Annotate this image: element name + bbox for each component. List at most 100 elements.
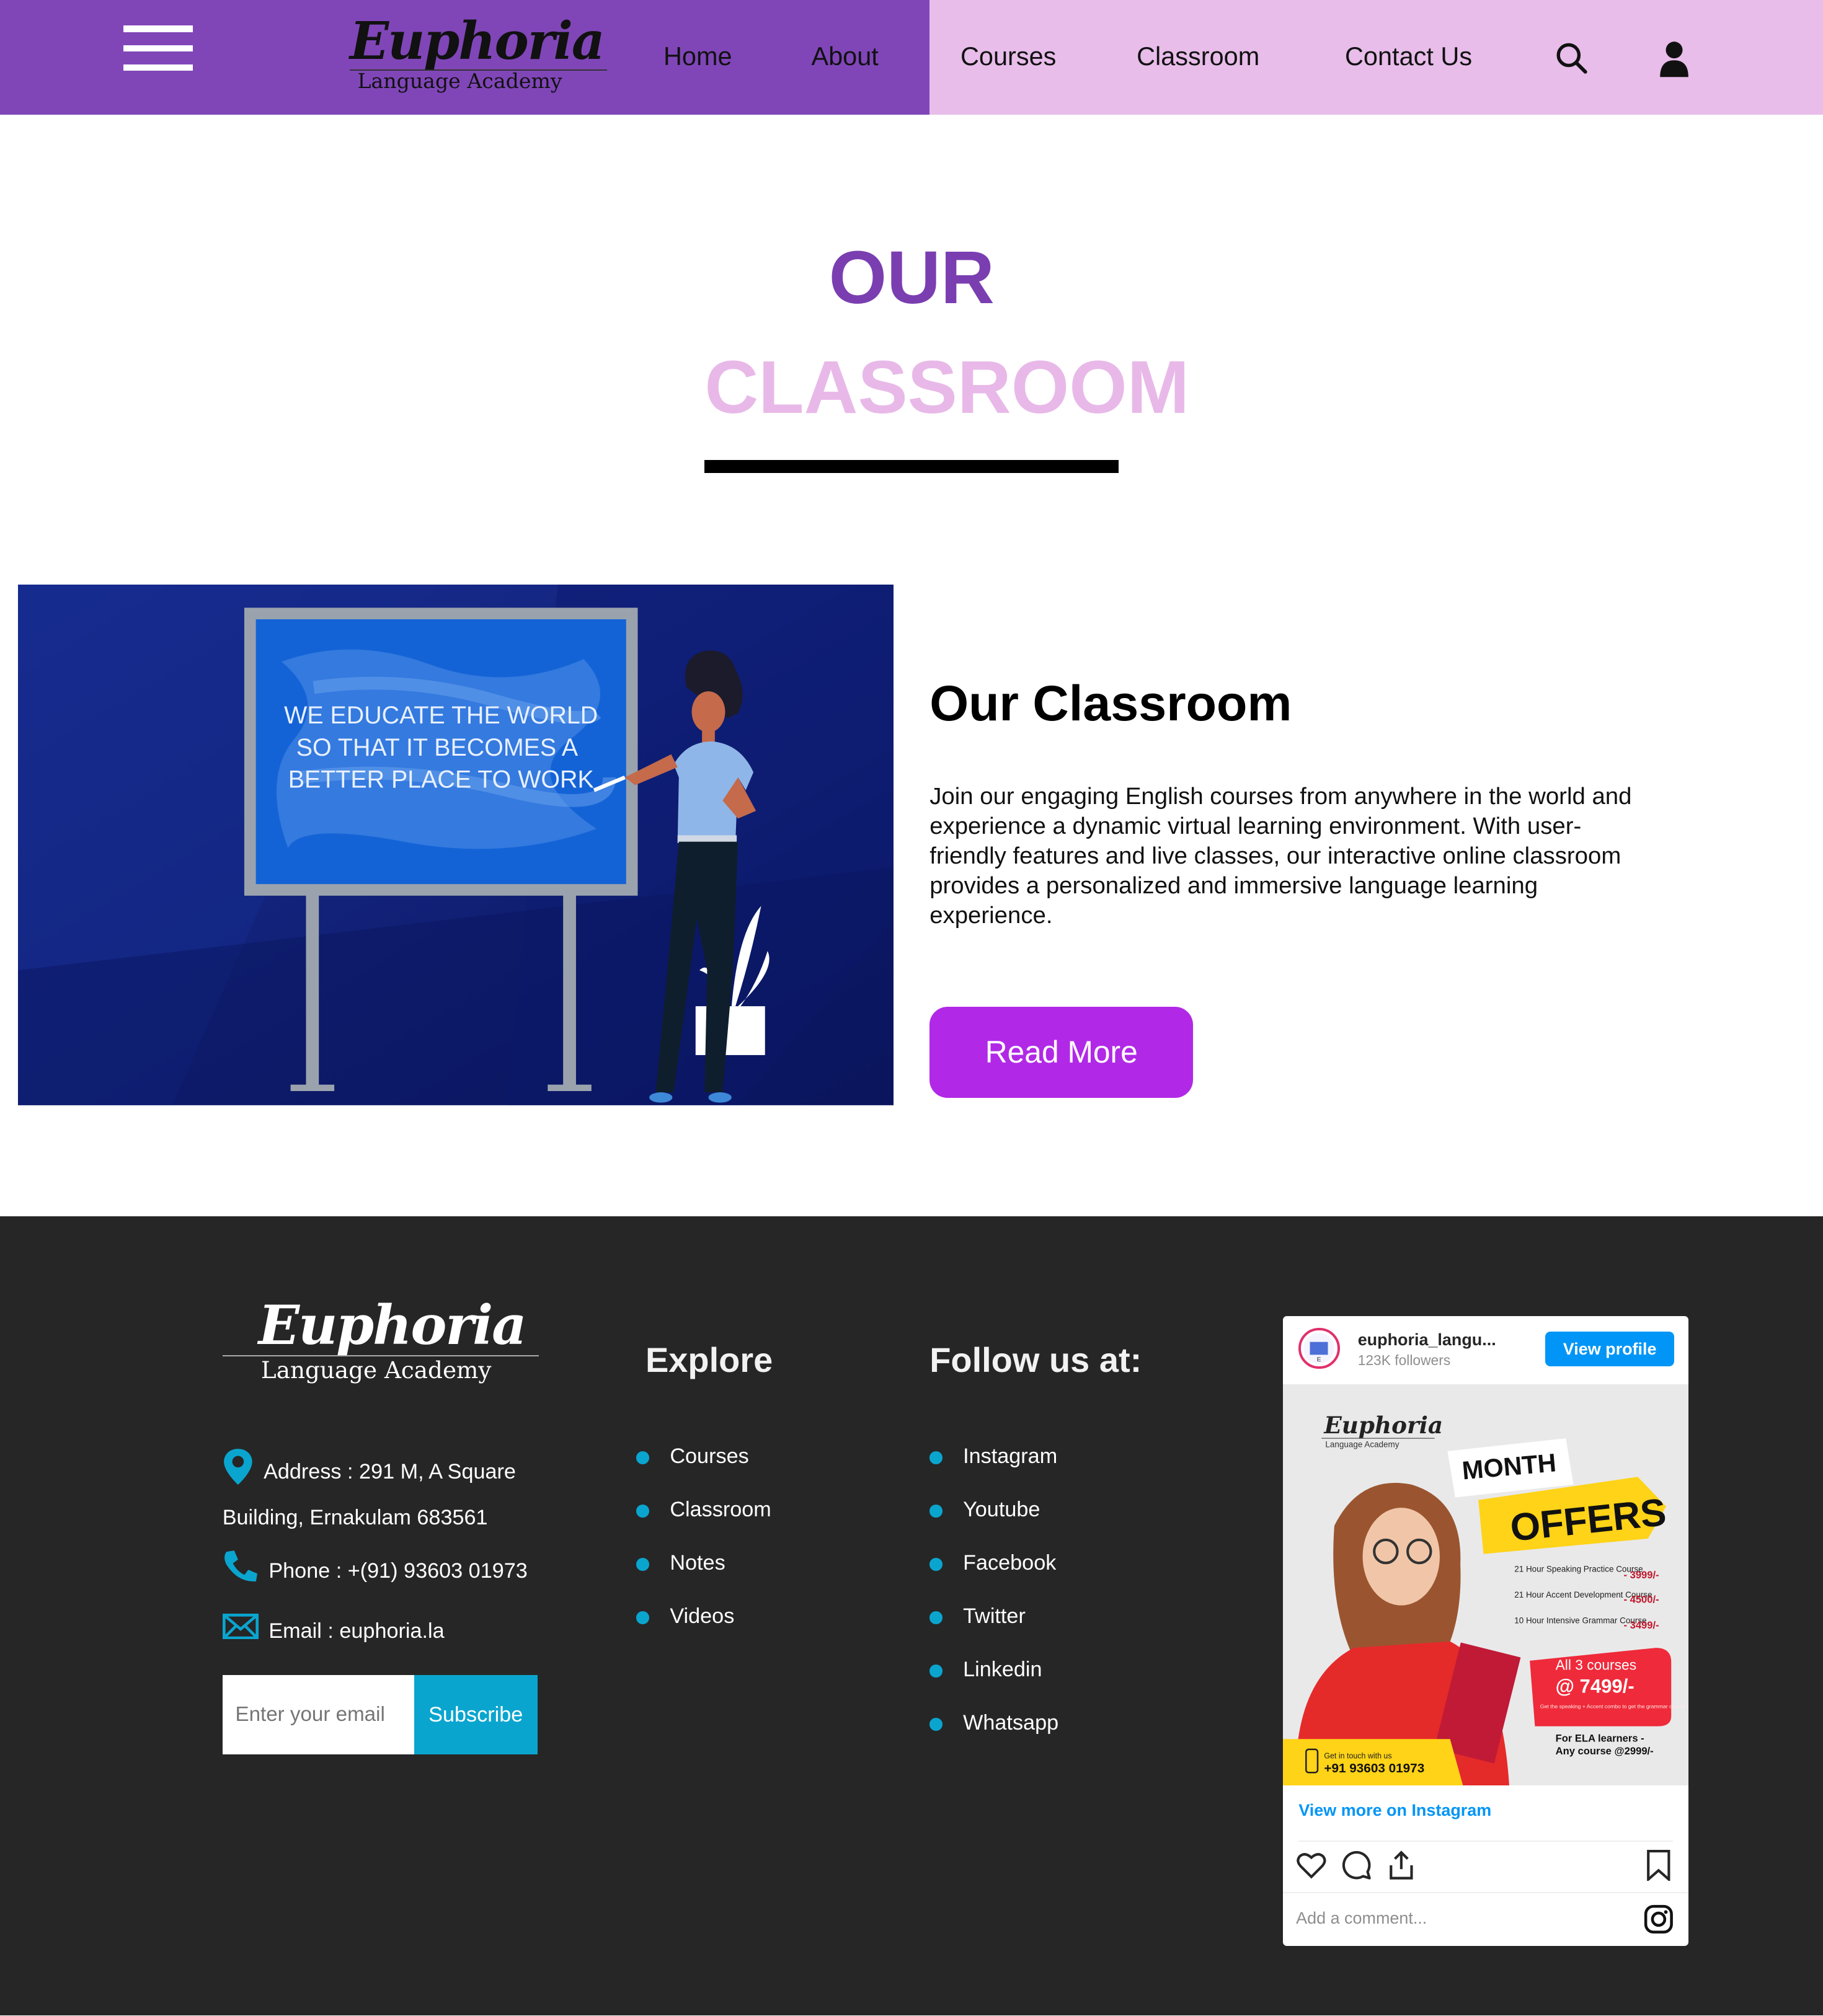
post-course-1-price: - 3999/- — [1624, 1569, 1659, 1581]
view-profile-button[interactable]: View profile — [1545, 1332, 1674, 1367]
footer-brand-name: Euphoria — [258, 1293, 527, 1358]
post-brand: Euphoria — [1324, 1412, 1444, 1439]
bullet-icon — [636, 1505, 650, 1518]
explore-label: Classroom — [670, 1497, 771, 1521]
comment-field[interactable]: Add a comment... — [1296, 1909, 1427, 1928]
brand-name: Euphoria — [350, 10, 605, 71]
phone-icon — [223, 1549, 259, 1595]
bullet-icon — [636, 1611, 650, 1624]
board-line-3: BETTER PLACE TO WORK — [288, 766, 594, 794]
classroom-illustration: WE EDUCATE THE WORLD SO THAT IT BECOMES … — [18, 585, 894, 1106]
subscribe-button[interactable]: Subscribe — [414, 1674, 538, 1755]
instagram-post-image[interactable]: Euphoria Language Academy MONTH OFFERS 2… — [1283, 1384, 1688, 1786]
address-line-1: Address : 291 M, A Square — [264, 1460, 516, 1484]
search-icon[interactable] — [1555, 38, 1590, 77]
section-title-our: OUR — [828, 236, 995, 320]
title-underline — [704, 460, 1119, 474]
follow-link-instagram[interactable]: Instagram — [929, 1444, 1058, 1497]
follow-link-twitter[interactable]: Twitter — [929, 1604, 1058, 1657]
post-ela-note-2: Any course @2999/- — [1556, 1745, 1654, 1757]
bullet-icon — [929, 1451, 943, 1464]
instagram-actions — [1283, 1849, 1688, 1888]
follow-label: Whatsapp — [963, 1710, 1059, 1735]
instagram-header: E euphoria_langu... 123K followers View … — [1283, 1316, 1688, 1386]
post-ela-note-1: For ELA learners - — [1556, 1733, 1644, 1744]
explore-link-notes[interactable]: Notes — [636, 1550, 771, 1604]
board-line-1: WE EDUCATE THE WORLD — [284, 702, 598, 729]
brand-logo[interactable]: Euphoria Language Academy — [350, 10, 607, 103]
follow-link-whatsapp[interactable]: Whatsapp — [929, 1710, 1058, 1764]
instagram-divider-2 — [1283, 1892, 1688, 1894]
heart-icon[interactable] — [1296, 1850, 1327, 1886]
footer-email: Email : euphoria.la — [222, 1612, 445, 1651]
follow-link-facebook[interactable]: Facebook — [929, 1550, 1058, 1604]
explore-link-courses[interactable]: Courses — [636, 1444, 771, 1497]
footer-address: Address : 291 M, A Square Building, Erna… — [223, 1448, 516, 1537]
explore-label: Notes — [670, 1550, 725, 1575]
comment-icon[interactable] — [1341, 1850, 1372, 1886]
mail-icon — [222, 1613, 259, 1651]
follow-label: Twitter — [963, 1604, 1026, 1628]
user-icon[interactable] — [1656, 38, 1692, 77]
instagram-logo-icon[interactable] — [1643, 1904, 1674, 1940]
location-pin-icon — [223, 1448, 254, 1498]
footer-brand-tagline: Language Academy — [260, 1356, 492, 1384]
nav-contact[interactable]: Contact Us — [1345, 38, 1472, 74]
instagram-embed: E euphoria_langu... 123K followers View … — [1283, 1316, 1688, 1947]
site-header: Euphoria Language Academy Home About Cou… — [0, 0, 1823, 115]
explore-link-videos[interactable]: Videos — [636, 1604, 771, 1657]
bullet-icon — [636, 1558, 650, 1571]
follow-link-linkedin[interactable]: Linkedin — [929, 1657, 1058, 1710]
view-more-instagram-link[interactable]: View more on Instagram — [1298, 1801, 1491, 1820]
post-course-3-price: - 3499/- — [1624, 1619, 1659, 1631]
nav-about[interactable]: About — [811, 38, 878, 74]
post-bundle-note: Get the speaking + Accent combo to get t… — [1540, 1704, 1688, 1710]
avatar-mark: E — [1317, 1356, 1321, 1363]
bookmark-icon[interactable] — [1644, 1849, 1673, 1886]
post-bundle-title: All 3 courses — [1556, 1657, 1637, 1673]
address-line-2: Building, Ernakulam 683561 — [222, 1506, 488, 1530]
site-footer: Euphoria Language Academy Address : 291 … — [0, 1216, 1823, 2016]
instagram-divider — [1298, 1841, 1673, 1842]
follow-list: Instagram Youtube Facebook Twitter Linke… — [929, 1444, 1058, 1764]
post-bundle-price: @ 7499/- — [1556, 1676, 1634, 1697]
instagram-username[interactable]: euphoria_langu... — [1358, 1330, 1496, 1350]
instagram-followers: 123K followers — [1357, 1352, 1451, 1369]
bullet-icon — [929, 1558, 943, 1571]
email-field[interactable] — [222, 1674, 415, 1755]
share-icon[interactable] — [1386, 1850, 1417, 1886]
brand-tagline: Language Academy — [357, 68, 562, 93]
footer-phone: Phone : +(91) 93603 01973 — [223, 1549, 528, 1595]
menu-icon[interactable] — [123, 25, 193, 72]
follow-label: Linkedin — [963, 1657, 1042, 1681]
bullet-icon — [929, 1718, 943, 1731]
phone-text: Phone : +(91) 93603 01973 — [268, 1558, 528, 1583]
bullet-icon — [929, 1505, 943, 1518]
post-course-2-price: - 4500/- — [1624, 1594, 1659, 1606]
bullet-icon — [929, 1611, 943, 1624]
section-title-classroom: CLASSROOM — [704, 345, 1189, 429]
explore-label: Courses — [670, 1444, 749, 1468]
follow-link-youtube[interactable]: Youtube — [929, 1497, 1058, 1550]
explore-link-classroom[interactable]: Classroom — [636, 1497, 771, 1550]
post-contact-phone: +91 93603 01973 — [1324, 1761, 1425, 1775]
nav-courses[interactable]: Courses — [960, 38, 1056, 74]
instagram-avatar[interactable]: E — [1298, 1328, 1340, 1369]
post-contact-label: Get in touch with us — [1324, 1752, 1392, 1761]
content-body: Join our engaging English courses from a… — [929, 782, 1632, 929]
footer-logo[interactable]: Euphoria Language Academy — [222, 1293, 544, 1384]
bullet-icon — [929, 1665, 943, 1678]
follow-label: Youtube — [963, 1497, 1040, 1521]
explore-label: Videos — [670, 1604, 735, 1628]
post-brand-sub: Language Academy — [1326, 1440, 1399, 1449]
nav-home[interactable]: Home — [663, 38, 732, 74]
nav-classroom[interactable]: Classroom — [1137, 38, 1259, 74]
board-line-2: SO THAT IT BECOMES A — [296, 734, 579, 761]
follow-heading: Follow us at: — [929, 1340, 1142, 1379]
follow-label: Instagram — [963, 1444, 1058, 1468]
explore-heading: Explore — [645, 1340, 773, 1379]
explore-list: Courses Classroom Notes Videos — [636, 1444, 771, 1657]
read-more-button[interactable]: Read More — [929, 1006, 1194, 1098]
email-text: Email : euphoria.la — [268, 1619, 445, 1643]
content-heading: Our Classroom — [929, 675, 1292, 732]
